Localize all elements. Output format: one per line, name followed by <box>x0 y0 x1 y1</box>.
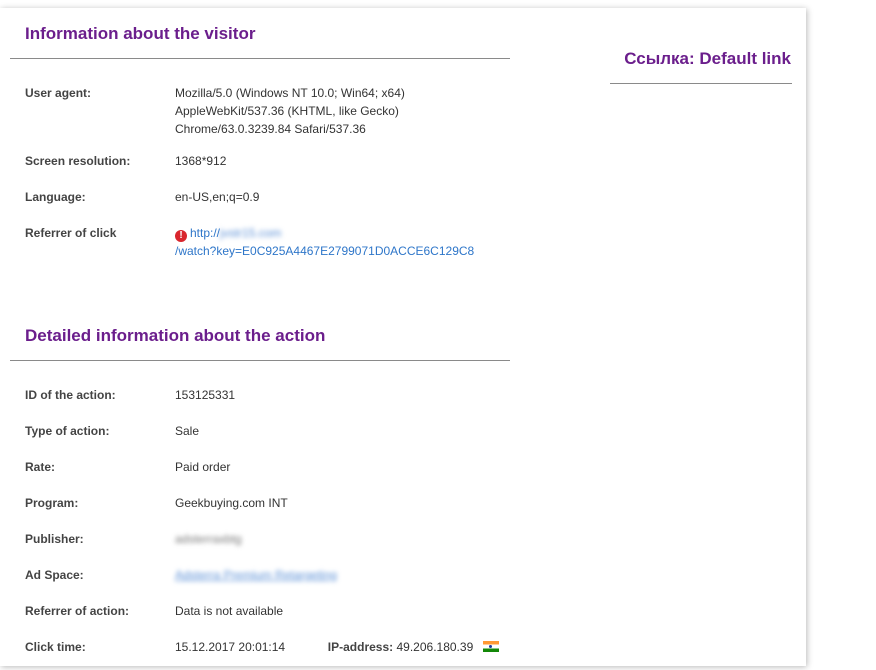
action-id-value: 153125331 <box>175 388 236 402</box>
screen-resolution-label: Screen resolution: <box>25 154 131 168</box>
link-divider <box>610 83 792 84</box>
action-type-value: Sale <box>175 424 200 438</box>
program-value: Geekbuying.com INT <box>175 496 288 510</box>
visitor-divider <box>10 58 510 59</box>
language-value: en-US,en;q=0.9 <box>175 190 260 204</box>
referrer-host: jvstr15.com <box>220 226 282 240</box>
rate-value: Paid order <box>175 460 231 474</box>
click-time-value: 15.12.2017 20:01:14 IP-address: 49.206.1… <box>175 638 505 656</box>
referrer-click-row: Referrer of click ! http://jvstr15.com/wa… <box>25 224 505 260</box>
user-agent-line: AppleWebKit/537.36 (KHTML, like Gecko) <box>175 104 399 118</box>
rate-label: Rate: <box>25 460 56 474</box>
india-flag-icon <box>482 641 499 652</box>
user-agent-value: Mozilla/5.0 (Windows NT 10.0; Win64; x64… <box>175 84 505 138</box>
publisher-label: Publisher: <box>25 532 84 546</box>
visitor-section-title: Information about the visitor <box>25 24 256 43</box>
program-label: Program: <box>25 496 79 510</box>
referrer-path: /watch?key=E0C925A4467E2799071D0ACCE6C12… <box>175 244 475 258</box>
action-divider <box>10 360 510 361</box>
referrer-action-label: Referrer of action: <box>25 604 130 618</box>
publisher-value: adsterraxbtg <box>175 532 242 546</box>
warning-icon: ! <box>175 230 187 242</box>
user-agent-line: Mozilla/5.0 (Windows NT 10.0; Win64; x64… <box>175 86 405 100</box>
referrer-action-value: Data is not available <box>175 604 284 618</box>
info-card: Information about the visitor Ссылка: De… <box>0 8 806 666</box>
user-agent-line: Chrome/63.0.3239.84 Safari/537.36 <box>175 122 366 136</box>
screen-resolution-value: 1368*912 <box>175 154 227 168</box>
ip-address-label: IP-address: <box>327 640 394 654</box>
click-time-text: 15.12.2017 20:01:14 <box>175 640 286 654</box>
user-agent-row: User agent: Mozilla/5.0 (Windows NT 10.0… <box>25 84 505 138</box>
ip-address-value: 49.206.180.39 <box>396 640 474 654</box>
ad-space-link[interactable]: Adsterra Premium Retargeting <box>175 566 505 584</box>
language-label: Language: <box>25 190 86 204</box>
action-id-label: ID of the action: <box>25 388 116 402</box>
click-time-label: Click time: <box>25 640 86 654</box>
action-section-title: Detailed information about the action <box>25 326 326 345</box>
user-agent-label: User agent: <box>25 86 92 100</box>
ad-space-label: Ad Space: <box>25 568 84 582</box>
referrer-click-value: ! http://jvstr15.com/watch?key=E0C925A446… <box>175 224 505 260</box>
link-title: Ссылка: Default link <box>624 49 791 68</box>
action-type-label: Type of action: <box>25 424 110 438</box>
referrer-link[interactable]: http://jvstr15.com/watch?key=E0C925A4467… <box>175 226 474 258</box>
referrer-click-label: Referrer of click <box>25 226 117 240</box>
referrer-prefix: http:// <box>190 226 221 240</box>
